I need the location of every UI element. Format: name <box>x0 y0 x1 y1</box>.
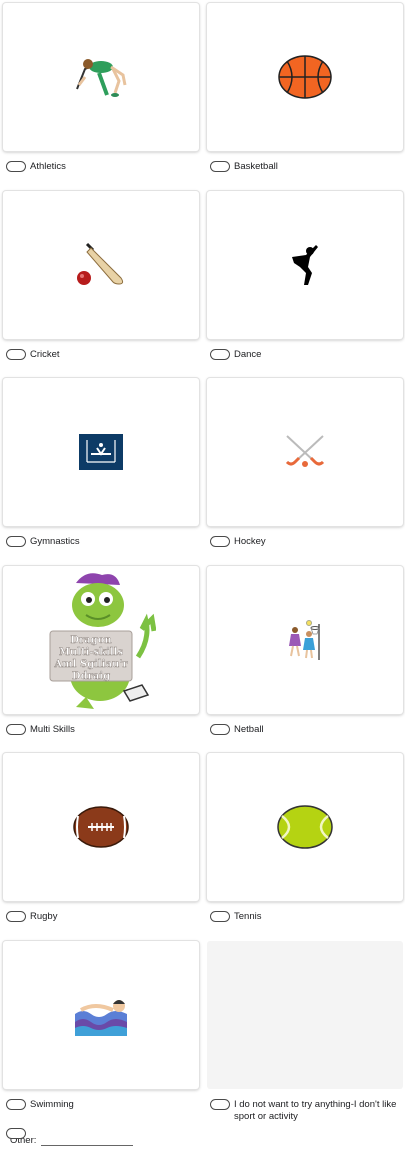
tennis-ball-icon <box>277 805 333 849</box>
radio-option[interactable]: Cricket <box>3 348 199 361</box>
sign-text-line: Aml Sgiliau'r <box>53 659 128 670</box>
option-label: Cricket <box>30 348 60 360</box>
option-label: Tennis <box>234 911 262 922</box>
radio-button[interactable] <box>210 348 230 360</box>
netball-players-icon <box>289 619 320 660</box>
option-image-card[interactable] <box>3 3 199 151</box>
radio-button[interactable] <box>210 536 230 547</box>
radio-button[interactable] <box>6 348 26 360</box>
option-label: Dance <box>234 348 262 360</box>
radio-option[interactable]: Athletics <box>3 161 199 173</box>
radio-option[interactable]: Gymnastics <box>3 536 199 548</box>
option-image-card[interactable] <box>207 565 403 714</box>
choice-grid: Athletics Basketball Cricket Dance Gymna… <box>3 3 403 1128</box>
radio-option[interactable]: Netball <box>207 723 403 736</box>
dancer-silhouette-icon <box>292 244 318 285</box>
option-label: Rugby <box>30 911 58 922</box>
option-image-card[interactable]: Dragon Multi-skills Aml Sgiliau'r Ddraig <box>3 565 199 714</box>
option-label: Netball <box>234 723 264 735</box>
radio-option[interactable]: Multi Skills <box>3 723 199 736</box>
radio-button[interactable] <box>6 536 26 547</box>
sign-text-line: Multi-skills <box>59 647 124 658</box>
option-image-card[interactable] <box>207 3 403 151</box>
other-text-input[interactable] <box>41 1133 134 1146</box>
option-image-card[interactable] <box>207 190 403 339</box>
radio-option[interactable]: Hockey <box>207 536 403 548</box>
option-netball: Netball <box>207 565 403 754</box>
gymnastics-pictogram-icon <box>79 434 123 470</box>
option-image-card[interactable] <box>207 378 403 526</box>
radio-button[interactable] <box>6 911 26 922</box>
option-swimming: Swimming <box>3 940 199 1129</box>
option-no-sport: I do not want to try anything-I don't li… <box>207 940 403 1129</box>
radio-button[interactable] <box>210 1098 230 1110</box>
sign-text-line: Dragon <box>70 635 112 646</box>
option-label: Hockey <box>234 536 266 547</box>
option-image-card[interactable] <box>3 378 199 526</box>
radio-option[interactable]: Rugby <box>3 911 199 923</box>
rugby-ball-icon <box>73 806 129 848</box>
option-image-card[interactable] <box>3 753 199 901</box>
radio-button[interactable] <box>6 723 26 735</box>
radio-button[interactable] <box>210 723 230 735</box>
option-label: Athletics <box>30 161 66 172</box>
option-cricket: Cricket <box>3 190 199 379</box>
option-tennis: Tennis <box>207 753 403 941</box>
other-option[interactable]: Other: <box>6 1128 134 1146</box>
option-dance: Dance <box>207 190 403 379</box>
radio-option[interactable]: Dance <box>207 348 403 361</box>
option-image-card[interactable] <box>3 940 199 1089</box>
option-hockey: Hockey <box>207 378 403 566</box>
radio-button[interactable] <box>210 161 230 172</box>
radio-button[interactable] <box>210 911 230 922</box>
radio-button[interactable] <box>6 1098 26 1110</box>
option-label: Swimming <box>30 1098 74 1110</box>
option-image-card[interactable] <box>3 190 199 339</box>
radio-button[interactable] <box>6 161 26 172</box>
sign-text-line: Ddraig <box>72 671 110 682</box>
option-gymnastics: Gymnastics <box>3 378 199 566</box>
option-rugby: Rugby <box>3 753 199 941</box>
crossed-hockey-sticks-icon <box>285 435 325 467</box>
option-athletics: Athletics <box>3 3 199 191</box>
option-label: Gymnastics <box>30 536 80 547</box>
radio-option[interactable]: Basketball <box>207 161 403 173</box>
option-label: Multi Skills <box>30 723 75 735</box>
option-label: Basketball <box>234 161 278 172</box>
empty-image-placeholder <box>207 940 403 1089</box>
swimmer-icon <box>75 999 127 1036</box>
option-label: I do not want to try anything-I don't li… <box>234 1098 397 1122</box>
basketball-icon <box>278 55 332 99</box>
radio-button[interactable] <box>6 1128 26 1139</box>
option-multi-skills: Dragon Multi-skills Aml Sgiliau'r Ddraig… <box>3 565 199 754</box>
option-image-card[interactable] <box>207 753 403 901</box>
dragon-multi-skills-mascot-icon: Dragon Multi-skills Aml Sgiliau'r Ddraig <box>49 572 156 709</box>
radio-option[interactable]: Tennis <box>207 911 403 923</box>
radio-option[interactable]: Swimming <box>3 1098 199 1111</box>
option-basketball: Basketball <box>207 3 403 191</box>
cricket-bat-and-ball-icon <box>77 242 124 285</box>
radio-option[interactable]: I do not want to try anything-I don't li… <box>207 1098 403 1123</box>
high-jump-athlete-icon <box>76 59 127 97</box>
